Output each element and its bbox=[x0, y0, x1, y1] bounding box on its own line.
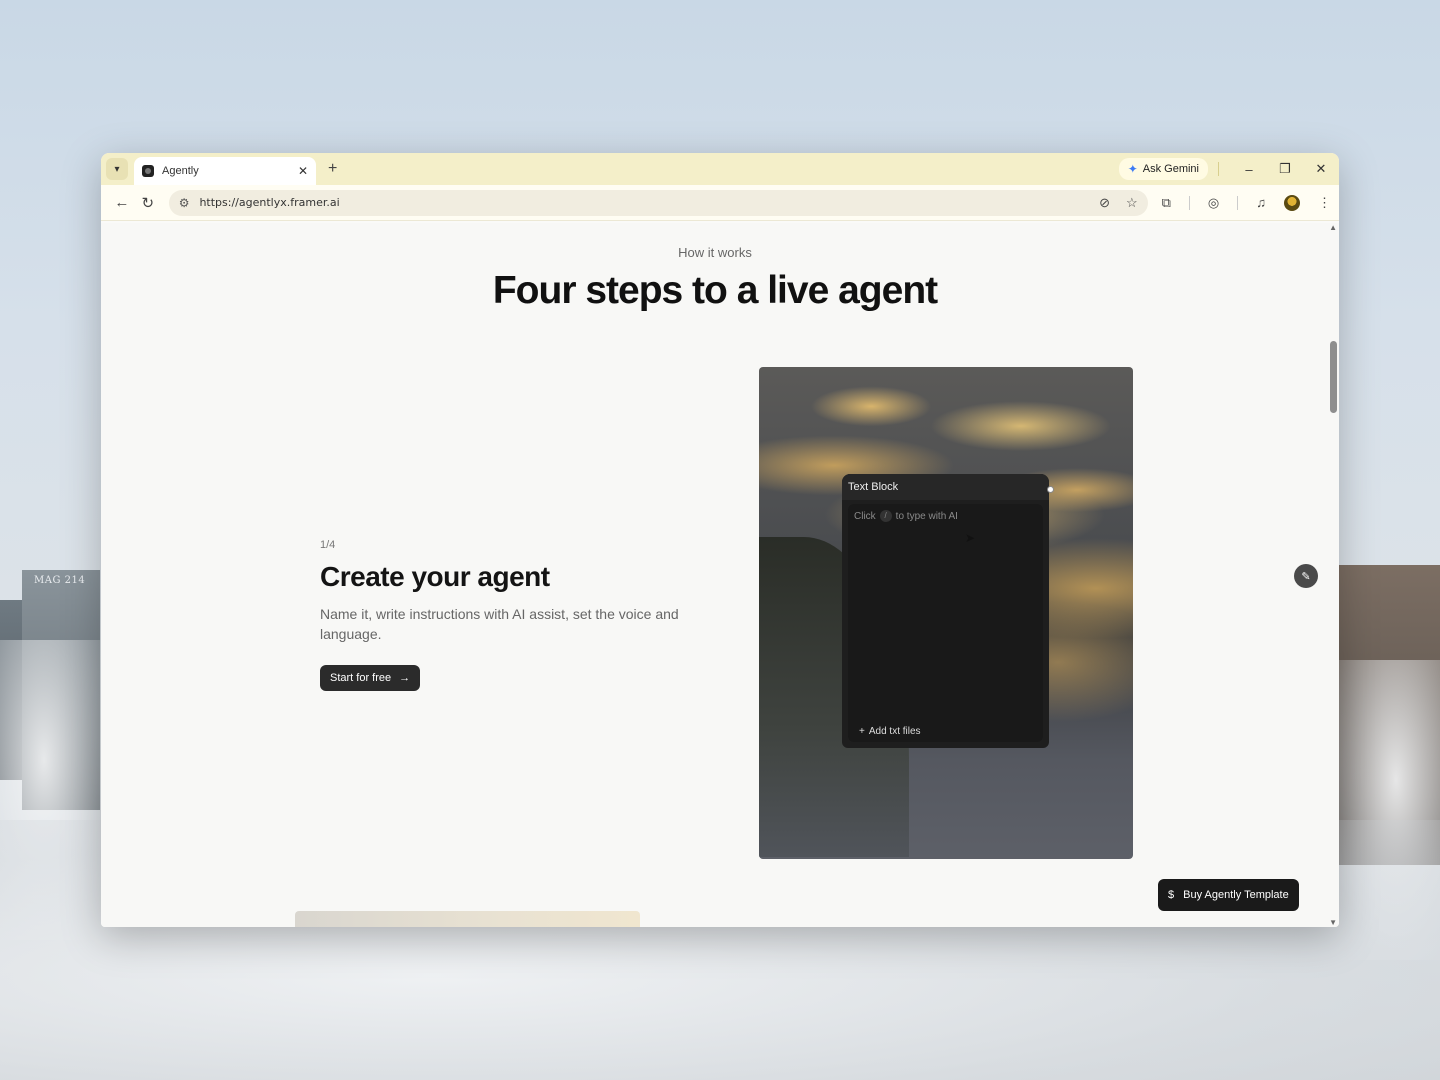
text-block-header: Text Block bbox=[842, 474, 1049, 500]
scroll-up-icon[interactable]: ▲ bbox=[1329, 223, 1337, 232]
divider bbox=[1188, 195, 1190, 210]
browser-toolbar: ← ↻ ⚙ https://agentlyx.framer.ai ⊘ ☆ ⧉ ◎… bbox=[101, 185, 1339, 221]
media-icon[interactable]: ♫ bbox=[1256, 195, 1266, 210]
step-description: Name it, write instructions with AI assi… bbox=[320, 606, 679, 642]
text-block-input[interactable] bbox=[848, 504, 1043, 742]
tab-list-icon[interactable]: ▾ bbox=[106, 158, 128, 180]
eye-off-icon[interactable]: ⊘ bbox=[1099, 195, 1110, 211]
lens-icon[interactable]: ◎ bbox=[1208, 195, 1219, 211]
connector-handle[interactable] bbox=[1047, 486, 1054, 493]
section-headline: Four steps to a live agent bbox=[492, 269, 938, 312]
favicon-icon bbox=[142, 165, 154, 177]
add-txt-files-button[interactable]: + Add txt files bbox=[859, 726, 921, 737]
web-page: How it works Four steps to a live agent … bbox=[101, 223, 1339, 927]
close-icon[interactable]: ✕ bbox=[298, 164, 308, 178]
buy-template-button[interactable]: $ Buy Agently Template bbox=[1158, 879, 1299, 911]
star-icon[interactable]: ☆ bbox=[1126, 195, 1138, 211]
ask-gemini-button[interactable]: ✦ Ask Gemini bbox=[1118, 158, 1208, 180]
text-block-placeholder: Click / to type with AI bbox=[854, 510, 958, 522]
divider bbox=[1218, 162, 1219, 176]
slash-key: / bbox=[879, 510, 892, 522]
placeholder-prefix: Click bbox=[854, 510, 876, 522]
cta-label: Start for free bbox=[330, 672, 392, 684]
menu-icon[interactable]: ⋮ bbox=[1318, 195, 1331, 211]
reload-icon[interactable]: ↻ bbox=[135, 194, 161, 212]
omnibox-actions: ⊘ ☆ bbox=[1099, 195, 1138, 211]
wallpaper-sign: MAG 214 bbox=[34, 575, 86, 586]
tabbar-right: ✦ Ask Gemini – ❐ ✕ bbox=[1118, 153, 1339, 185]
ask-gemini-label: Ask Gemini bbox=[1142, 163, 1199, 175]
back-icon[interactable]: ← bbox=[109, 194, 135, 211]
dollar-icon: $ bbox=[1168, 889, 1175, 901]
step-counter: 1/4 bbox=[320, 539, 336, 551]
section-eyebrow: How it works bbox=[678, 245, 752, 260]
restore-button[interactable]: ❐ bbox=[1267, 161, 1303, 177]
toolbar-icons: ⧉ ◎ ♫ ⋮ bbox=[1162, 194, 1331, 211]
avatar[interactable] bbox=[1284, 194, 1301, 211]
minimize-button[interactable]: – bbox=[1231, 162, 1267, 177]
url-text[interactable]: https://agentlyx.framer.ai bbox=[199, 196, 1089, 209]
page-scrollbar[interactable]: ▲ ▼ bbox=[1327, 223, 1339, 927]
tab-strip: ▾ Agently ✕ + ✦ Ask Gemini – ❐ ✕ bbox=[101, 153, 1339, 185]
tab-agently[interactable]: Agently ✕ bbox=[134, 157, 316, 185]
step-title: Create your agent bbox=[320, 561, 550, 592]
browser-window: ▾ Agently ✕ + ✦ Ask Gemini – ❐ ✕ ← ↻ ⚙ h… bbox=[101, 153, 1339, 927]
scroll-thumb[interactable] bbox=[1330, 341, 1337, 413]
address-bar[interactable]: ⚙ https://agentlyx.framer.ai ⊘ ☆ bbox=[168, 189, 1148, 216]
extensions-icon[interactable]: ⧉ bbox=[1162, 195, 1171, 211]
buy-template-label: Buy Agently Template bbox=[1183, 889, 1289, 901]
scroll-down-icon[interactable]: ▼ bbox=[1329, 918, 1337, 927]
add-files-label: Add txt files bbox=[868, 726, 921, 737]
close-window-button[interactable]: ✕ bbox=[1303, 161, 1339, 177]
gemini-sparkle-icon: ✦ bbox=[1127, 162, 1138, 176]
divider bbox=[1237, 195, 1239, 210]
plus-icon: + bbox=[859, 726, 865, 737]
next-step-image-peek bbox=[295, 911, 640, 927]
placeholder-suffix: to type with AI bbox=[895, 510, 958, 522]
site-settings-icon[interactable]: ⚙ bbox=[179, 196, 190, 210]
arrow-right-icon: → bbox=[399, 672, 411, 684]
start-for-free-button[interactable]: Start for free → bbox=[320, 665, 421, 691]
pencil-icon: ✎ bbox=[1301, 570, 1311, 583]
tab-title: Agently bbox=[162, 165, 199, 177]
new-tab-button[interactable]: + bbox=[328, 160, 337, 178]
mouse-cursor-icon: ➤ bbox=[965, 531, 976, 545]
edit-pencil-button[interactable]: ✎ bbox=[1294, 564, 1318, 588]
